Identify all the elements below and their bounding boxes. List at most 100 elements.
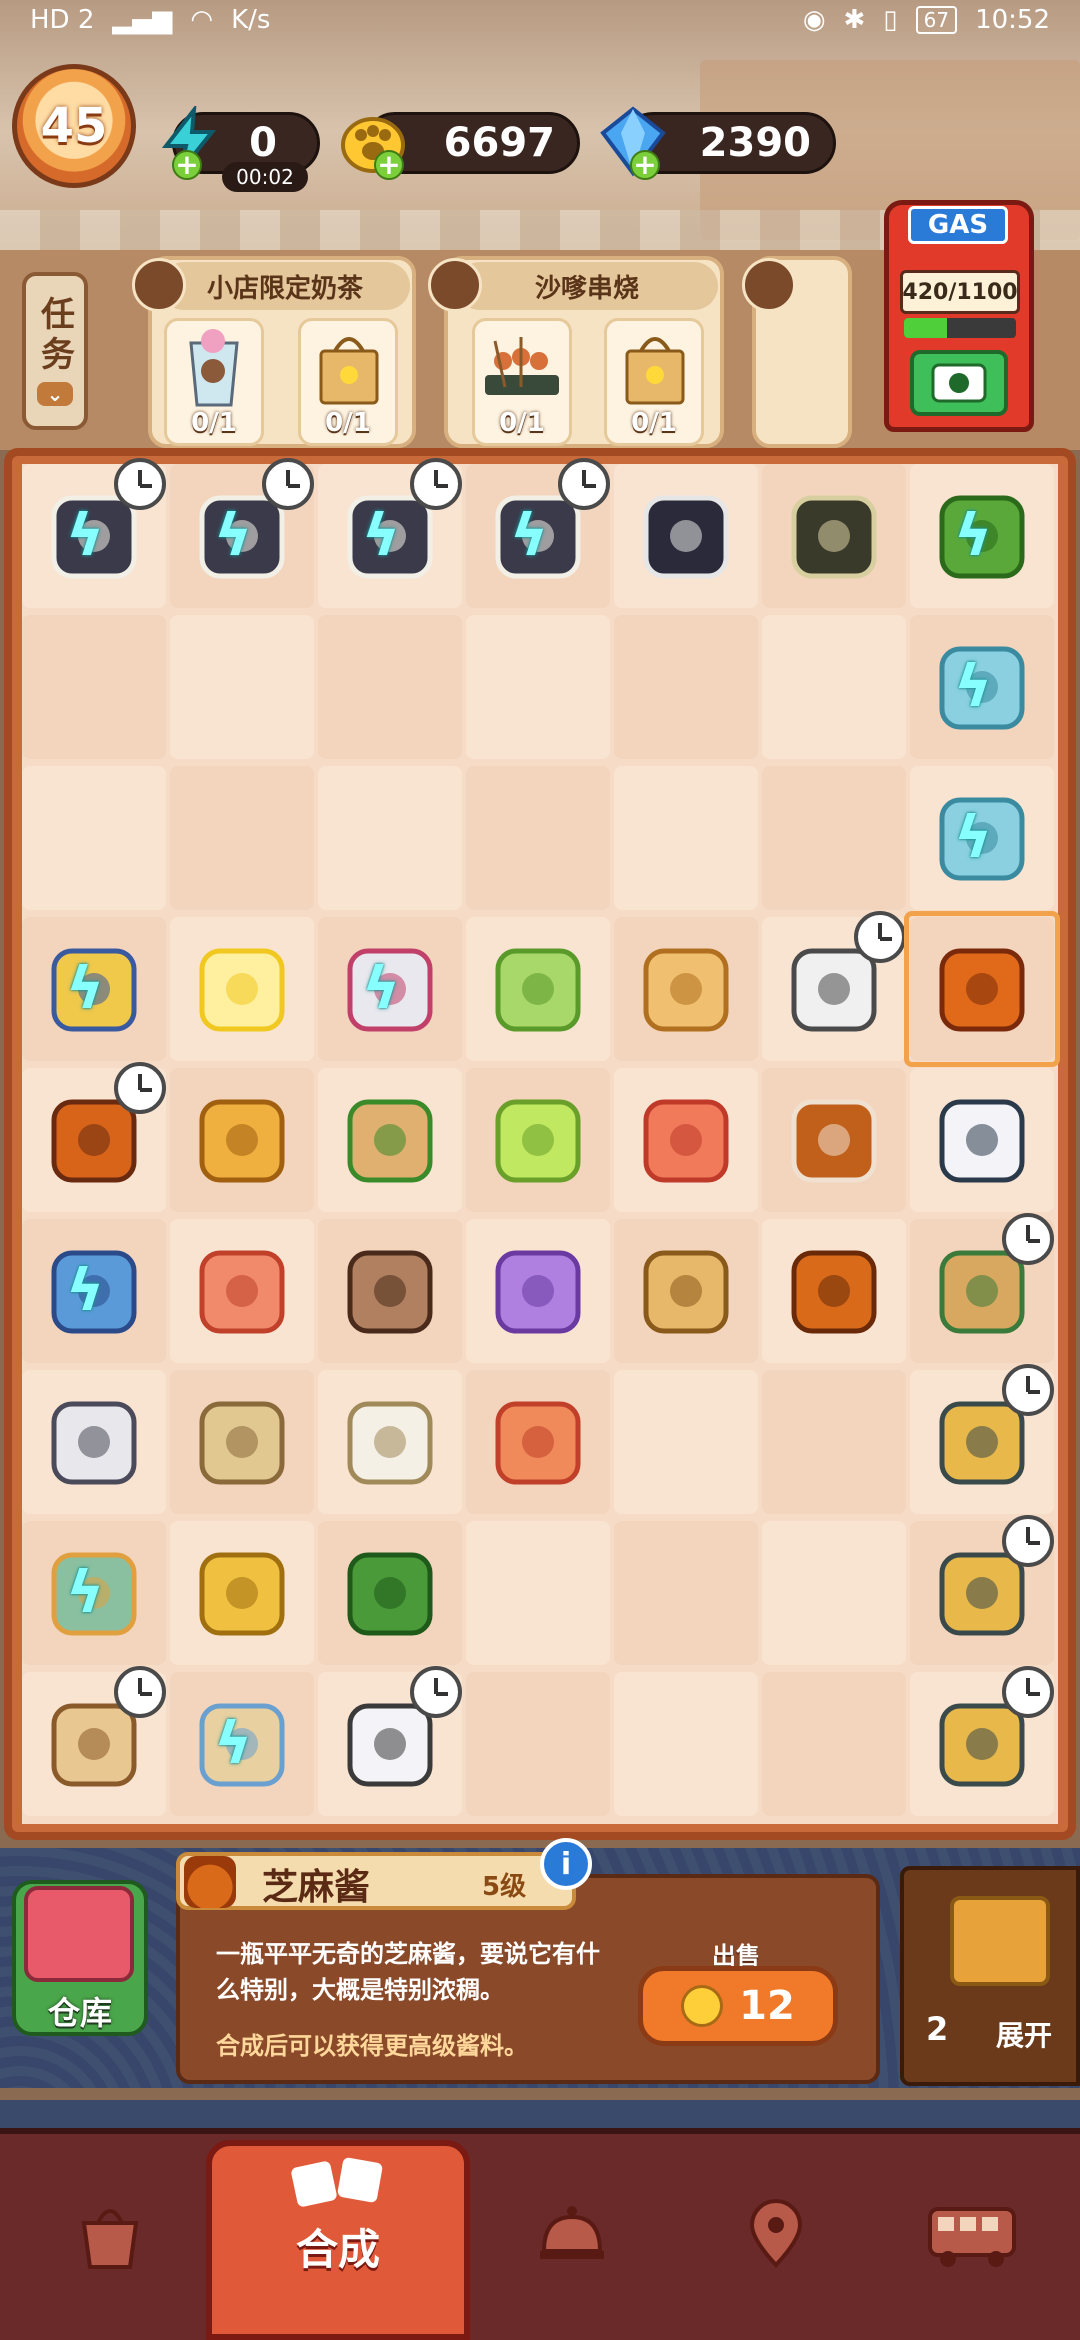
board-cell[interactable]: ϟ [318,458,462,608]
paper-bag-icon[interactable] [634,1239,738,1343]
cabbage-icon[interactable] [486,937,590,1041]
triangle-candy-icon[interactable] [190,1239,294,1343]
salt-jar-icon[interactable] [338,1666,462,1796]
drone-generator-icon[interactable] [930,1364,1054,1494]
cart-generator-icon[interactable] [930,1213,1054,1343]
board-cell[interactable] [762,1521,906,1665]
board-cell[interactable] [910,1515,1054,1665]
board-cell[interactable] [22,615,166,759]
sushi-roll-generator-icon[interactable]: ϟ [42,458,166,588]
board-cell[interactable]: ϟ [318,917,462,1061]
board-cell[interactable] [318,1370,462,1514]
steamer-generator-icon[interactable]: ϟ [42,1541,146,1645]
player-level-badge[interactable]: 45 [12,64,136,188]
board-cell[interactable] [910,1666,1054,1816]
milk-bottle-icon[interactable] [930,1088,1034,1192]
shelf-generator-icon[interactable] [42,1666,166,1796]
gem-plus-button[interactable]: + [630,150,660,180]
board-cell[interactable] [614,1219,758,1363]
board-cell[interactable] [170,1219,314,1363]
board-cell[interactable] [318,1068,462,1212]
tree-generator-icon[interactable]: ϟ [930,484,1034,588]
water-rack-icon[interactable]: ϟ [190,1692,294,1796]
diamond-candy-icon[interactable] [486,1390,590,1494]
sauce-bottle-icon[interactable] [782,1239,886,1343]
sugarcane-icon[interactable] [782,484,886,588]
board-cell[interactable] [170,766,314,910]
board-cell[interactable] [466,1219,610,1363]
board-cell[interactable] [318,615,462,759]
drone-generator-icon[interactable] [930,1515,1054,1645]
lemon-juice-icon[interactable] [190,937,294,1041]
board-cell[interactable] [910,1213,1054,1363]
board-cell[interactable] [170,917,314,1061]
nav-tab-map[interactable] [676,2160,876,2310]
sushi-roll-generator-icon[interactable]: ϟ [190,458,314,588]
board-cell[interactable] [762,1219,906,1363]
board-cell[interactable] [318,1521,462,1665]
board-cell[interactable] [466,615,610,759]
board-cell[interactable] [614,1672,758,1816]
board-cell[interactable] [22,1062,166,1212]
board-cell[interactable] [614,917,758,1061]
paw-cookies-icon[interactable] [190,1088,294,1192]
fridge-generator-icon[interactable]: ϟ [930,786,1034,890]
energy-plus-button[interactable]: + [172,150,202,180]
board-cell[interactable]: ϟ [466,458,610,608]
board-cell[interactable] [170,1370,314,1514]
iced-tea-glass-icon[interactable] [782,1088,886,1192]
board-cell[interactable]: ϟ [22,1521,166,1665]
board-cell[interactable] [762,911,906,1061]
board-cell[interactable] [614,1068,758,1212]
herbs-board-icon[interactable] [338,1088,442,1192]
board-cell[interactable]: ϟ [910,766,1054,910]
sell-button[interactable]: 12 [638,1966,838,2046]
board-cell[interactable] [910,1068,1054,1212]
barrel-generator-icon[interactable] [42,1062,166,1192]
board-cell[interactable] [170,1521,314,1665]
broccoli-icon[interactable] [338,1541,442,1645]
nav-tab-shop[interactable] [10,2160,210,2310]
board-cell[interactable]: ϟ [170,1672,314,1816]
board-cell[interactable] [614,615,758,759]
machine-generator-icon[interactable] [42,1390,146,1494]
nav-tab-restaurant[interactable] [472,2160,672,2310]
book-generator-icon[interactable]: ϟ [42,1239,146,1343]
bubble-tea-icon[interactable] [338,1239,442,1343]
rice-pile-icon[interactable] [338,1390,442,1494]
board-cell[interactable] [466,1370,610,1514]
board-cell[interactable] [170,615,314,759]
board-cell[interactable] [22,1666,166,1816]
info-icon[interactable]: i [540,1838,592,1890]
board-cell[interactable] [318,766,462,910]
board-cell[interactable] [318,1219,462,1363]
butter-bars-icon[interactable] [190,1541,294,1645]
board-cell[interactable] [614,1521,758,1665]
board-cell[interactable] [762,464,906,608]
drone-generator-icon[interactable] [930,1666,1054,1796]
board-cell[interactable] [466,1068,610,1212]
board-cell[interactable]: ϟ [22,917,166,1061]
board-cell[interactable] [762,1068,906,1212]
green-drink-icon[interactable] [486,1088,590,1192]
board-cell[interactable] [614,766,758,910]
fridge-generator-icon[interactable]: ϟ [930,635,1034,739]
board-cell[interactable] [614,464,758,608]
taro-drink-icon[interactable] [486,1239,590,1343]
tasks-button[interactable]: 任务 ⌄ [22,272,88,430]
board-cell[interactable]: ϟ [22,1219,166,1363]
board-cell[interactable] [22,766,166,910]
coin-plus-button[interactable]: + [374,150,404,180]
seaweed-roll-icon[interactable] [634,484,738,588]
printer-icon[interactable] [782,911,906,1041]
nav-tab-travel[interactable] [872,2160,1072,2310]
bun-icon[interactable] [634,937,738,1041]
board-cell[interactable]: ϟ [170,458,314,608]
board-cell[interactable] [170,1068,314,1212]
sushi-roll-generator-icon[interactable]: ϟ [486,458,610,588]
board-cell[interactable] [466,917,610,1061]
sushi-roll-generator-icon[interactable]: ϟ [338,458,462,588]
bread-bag-generator-icon[interactable]: ϟ [42,937,146,1041]
can-generator-icon[interactable]: ϟ [338,937,442,1041]
board-cell[interactable] [762,766,906,910]
